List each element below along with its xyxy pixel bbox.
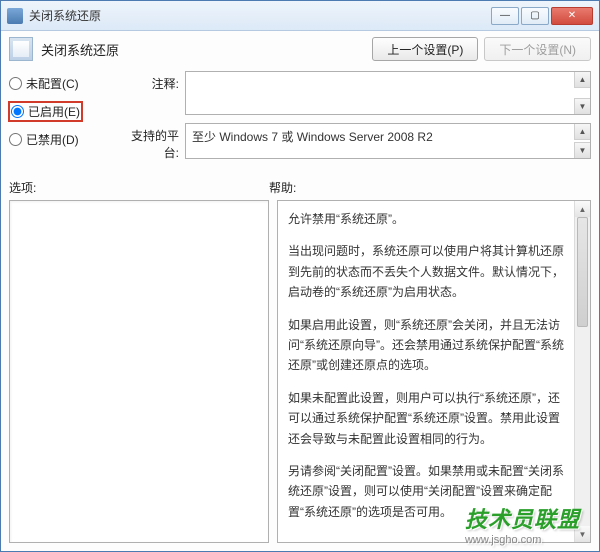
platform-label: 支持的平台: (119, 123, 179, 161)
policy-icon (9, 37, 33, 61)
app-icon (7, 8, 23, 24)
help-paragraph: 允许禁用“系统还原”。 (288, 209, 568, 229)
help-scrollbar[interactable]: ▲ ▼ (574, 201, 590, 542)
options-label: 选项: (9, 179, 269, 196)
scroll-up-icon[interactable]: ▲ (575, 201, 590, 217)
radio-not-configured[interactable]: 未配置(C) (9, 75, 109, 92)
comment-textbox[interactable]: ▲ ▼ (185, 71, 591, 115)
scrollbar-thumb[interactable] (577, 217, 588, 327)
radio-enabled[interactable]: 已启用(E) (9, 102, 82, 121)
platform-value: 至少 Windows 7 或 Windows Server 2008 R2 (186, 124, 590, 149)
close-button[interactable]: ✕ (551, 7, 593, 25)
scroll-down-icon[interactable]: ▼ (574, 98, 590, 114)
titlebar[interactable]: 关闭系统还原 — ▢ ✕ (1, 1, 599, 31)
next-setting-button: 下一个设置(N) (484, 37, 591, 61)
help-paragraph: 另请参阅“关闭配置”设置。如果禁用或未配置“关闭系统还原”设置，则可以使用“关闭… (288, 461, 568, 522)
comment-label: 注释: (119, 71, 179, 92)
policy-title: 关闭系统还原 (41, 40, 372, 59)
platform-textbox: 至少 Windows 7 或 Windows Server 2008 R2 ▲ … (185, 123, 591, 159)
comment-value (186, 72, 590, 80)
help-paragraph: 如果启用此设置，则“系统还原”会关闭，并且无法访问“系统还原向导”。还会禁用通过… (288, 315, 568, 376)
scrollbar-track[interactable] (575, 217, 590, 526)
header-row: 关闭系统还原 上一个设置(P) 下一个设置(N) (9, 37, 591, 61)
help-pane: 允许禁用“系统还原”。 当出现问题时，系统还原可以使用户将其计算机还原到先前的状… (277, 200, 591, 543)
radio-not-configured-input[interactable] (9, 77, 22, 90)
dialog-body: 关闭系统还原 上一个设置(P) 下一个设置(N) 未配置(C) 已启用(E) 已 (1, 31, 599, 551)
platform-row: 支持的平台: 至少 Windows 7 或 Windows Server 200… (119, 123, 591, 161)
radio-group: 未配置(C) 已启用(E) 已禁用(D) (9, 71, 109, 161)
help-label: 帮助: (269, 179, 296, 196)
options-pane (9, 200, 269, 543)
section-headers: 选项: 帮助: (9, 179, 591, 196)
minimize-button[interactable]: — (491, 7, 519, 25)
help-paragraph: 当出现问题时，系统还原可以使用户将其计算机还原到先前的状态而不丢失个人数据文件。… (288, 241, 568, 302)
help-content: 允许禁用“系统还原”。 当出现问题时，系统还原可以使用户将其计算机还原到先前的状… (278, 201, 590, 542)
comment-row: 注释: ▲ ▼ (119, 71, 591, 115)
radio-label: 已启用(E) (28, 103, 80, 120)
nav-buttons: 上一个设置(P) 下一个设置(N) (372, 37, 591, 61)
scroll-up-icon[interactable]: ▲ (574, 124, 590, 140)
maximize-button[interactable]: ▢ (521, 7, 549, 25)
radio-label: 未配置(C) (26, 75, 79, 92)
fields-column: 注释: ▲ ▼ 支持的平台: 至少 Windows 7 或 Windows Se… (119, 71, 591, 161)
radio-enabled-input[interactable] (11, 105, 24, 118)
config-section: 未配置(C) 已启用(E) 已禁用(D) 注释: ▲ (9, 71, 591, 161)
window-title: 关闭系统还原 (29, 7, 491, 24)
main-panes: 允许禁用“系统还原”。 当出现问题时，系统还原可以使用户将其计算机还原到先前的状… (9, 200, 591, 543)
radio-label: 已禁用(D) (26, 131, 79, 148)
prev-setting-button[interactable]: 上一个设置(P) (372, 37, 478, 61)
radio-disabled[interactable]: 已禁用(D) (9, 131, 109, 148)
scroll-down-icon[interactable]: ▼ (575, 526, 590, 542)
scroll-up-icon[interactable]: ▲ (574, 72, 590, 88)
dialog-window: 关闭系统还原 — ▢ ✕ 关闭系统还原 上一个设置(P) 下一个设置(N) 未配… (0, 0, 600, 552)
scroll-down-icon[interactable]: ▼ (574, 142, 590, 158)
window-controls: — ▢ ✕ (491, 7, 593, 25)
radio-disabled-input[interactable] (9, 133, 22, 146)
help-paragraph: 如果未配置此设置，则用户可以执行“系统还原”，还可以通过系统保护配置“系统还原”… (288, 388, 568, 449)
